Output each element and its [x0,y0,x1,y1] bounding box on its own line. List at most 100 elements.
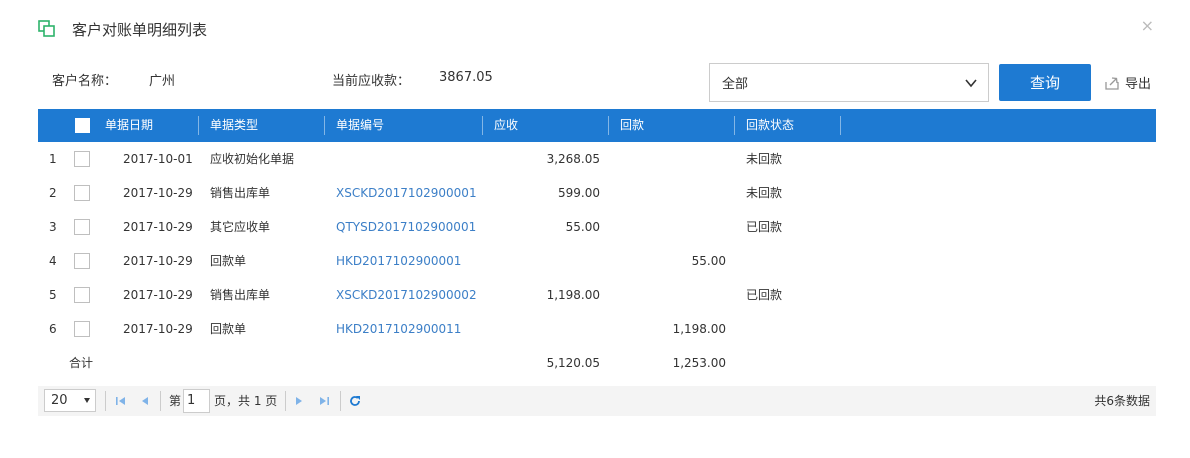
status-filter-value: 全部 [722,77,749,92]
table-row[interactable]: 2 2017-10-29 销售出库单 XSCKD2017102900001 59… [38,176,1156,210]
cell-payback [620,176,726,210]
row-index: 3 [49,220,57,234]
column-header-status[interactable]: 回款状态 [746,109,794,142]
column-header-code[interactable]: 单据编号 [336,109,384,142]
row-checkbox[interactable] [74,151,90,167]
select-all-checkbox[interactable] [75,118,90,133]
page-suffix: 页，共 1 页 [214,394,278,408]
page-prefix: 第 [169,394,182,408]
column-divider [608,116,609,135]
dialog-title: 客户对账单明细列表 [72,20,208,39]
cell-code-link[interactable]: HKD2017102900011 [336,312,461,346]
cell-type: 其它应收单 [210,220,271,234]
customer-name-label: 客户名称： [52,74,118,89]
customer-name-value: 广州 [149,74,176,89]
receivable-value: 3867.05 [439,70,493,85]
table-row[interactable]: 1 2017-10-01 应收初始化单据 3,268.05 未回款 [38,142,1156,176]
cell-receivable [494,312,600,346]
cell-receivable: 3,268.05 [546,152,600,166]
row-checkbox[interactable] [74,185,90,201]
column-header-payback[interactable]: 回款 [620,109,644,142]
cell-date: 2017-10-29 [123,254,193,268]
prev-page-icon[interactable] [140,394,150,411]
total-receivable: 5,120.05 [546,356,600,370]
status-filter-select[interactable]: 全部 [709,63,989,102]
total-count: 共6条数据 [1094,394,1150,408]
row-index: 1 [49,152,57,166]
pagination-bar: 20 第 1 页，共 1 页 共6条数据 [38,386,1156,416]
row-index: 2 [49,186,57,200]
cell-date: 2017-10-01 [123,152,193,166]
cell-date: 2017-10-29 [123,288,193,302]
cell-date: 2017-10-29 [123,186,193,200]
first-page-icon[interactable] [115,394,127,411]
cell-code-link[interactable]: XSCKD2017102900002 [336,278,477,312]
cell-type: 回款单 [210,322,247,336]
dialog-header: 客户对账单明细列表 [38,14,207,44]
total-label: 合计 [69,356,94,370]
column-header-receivable[interactable]: 应收 [494,109,518,142]
cell-payback: 1,198.00 [672,322,726,336]
cell-status: 已回款 [746,288,783,302]
cell-receivable: 1,198.00 [546,288,600,302]
table-row[interactable]: 5 2017-10-29 销售出库单 XSCKD2017102900002 1,… [38,278,1156,312]
column-header-type[interactable]: 单据类型 [210,109,258,142]
pager-divider [160,391,161,411]
next-page-icon[interactable] [294,394,304,411]
pager-divider [340,391,341,411]
export-icon [1105,76,1119,90]
cell-code-link[interactable]: HKD2017102900001 [336,244,461,278]
close-icon[interactable]: × [1141,18,1154,34]
table-row[interactable]: 4 2017-10-29 回款单 HKD2017102900001 55.00 [38,244,1156,278]
table-row[interactable]: 6 2017-10-29 回款单 HKD2017102900011 1,198.… [38,312,1156,346]
pager-divider [105,391,106,411]
row-checkbox[interactable] [74,253,90,269]
row-checkbox[interactable] [74,219,90,235]
page-size-select[interactable]: 20 [44,389,96,412]
column-divider [840,116,841,135]
cell-receivable: 55.00 [565,220,600,234]
chevron-down-icon [964,76,978,94]
cell-payback [620,210,726,244]
cell-payback [620,278,726,312]
total-row: 合计 5,120.05 1,253.00 [38,346,1156,380]
refresh-icon[interactable] [348,394,362,411]
row-index: 4 [49,254,57,268]
row-index: 5 [49,288,57,302]
column-divider [198,116,199,135]
page-number-input[interactable]: 1 [183,389,210,413]
receivable-label: 当前应收款： [332,74,411,89]
export-button[interactable]: 导出 [1105,73,1151,92]
row-index: 6 [49,322,57,336]
page-size-value: 20 [51,393,68,408]
column-divider [734,116,735,135]
query-button[interactable]: 查询 [999,64,1091,101]
cell-receivable [494,244,600,278]
cell-type: 销售出库单 [210,186,271,200]
pager-divider [285,391,286,411]
total-payback: 1,253.00 [672,356,726,370]
cell-status: 已回款 [746,220,783,234]
cell-status: 未回款 [746,152,783,166]
cell-payback: 55.00 [691,254,726,268]
row-checkbox[interactable] [74,287,90,303]
cell-receivable: 599.00 [558,186,600,200]
cell-payback [620,142,726,176]
export-label: 导出 [1125,77,1152,92]
cell-status: 未回款 [746,186,783,200]
cell-code-link[interactable]: XSCKD2017102900001 [336,176,477,210]
table-row[interactable]: 3 2017-10-29 其它应收单 QTYSD2017102900001 55… [38,210,1156,244]
row-checkbox[interactable] [74,321,90,337]
last-page-icon[interactable] [318,394,330,411]
cell-code-link[interactable]: QTYSD2017102900001 [336,210,476,244]
cell-date: 2017-10-29 [123,220,193,234]
column-header-date[interactable]: 单据日期 [105,109,153,142]
cell-date: 2017-10-29 [123,322,193,336]
statement-table: 单据日期 单据类型 单据编号 应收 回款 回款状态 1 2017-10-01 应… [38,109,1156,380]
cell-type: 回款单 [210,254,247,268]
column-divider [324,116,325,135]
caret-down-icon [84,398,90,403]
column-divider [482,116,483,135]
table-header: 单据日期 单据类型 单据编号 应收 回款 回款状态 [38,109,1156,142]
copy-icon [38,20,56,38]
